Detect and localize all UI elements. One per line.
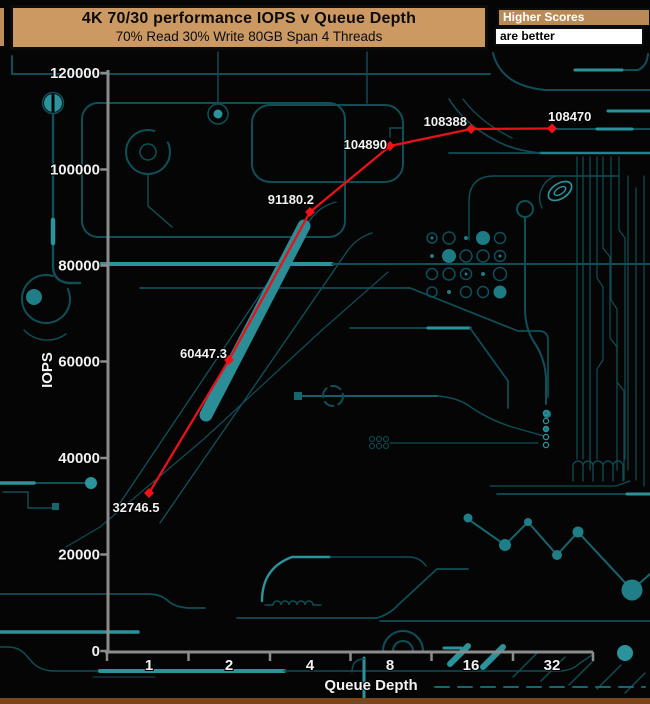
x-tick-label: 2 — [225, 657, 233, 674]
y-tick-label: 20000 — [58, 547, 100, 564]
x-tick-label: 32 — [544, 657, 561, 674]
iops-series — [144, 123, 557, 498]
data-point-label: 32746.5 — [113, 500, 160, 515]
data-point-label: 60447.3 — [180, 346, 227, 361]
data-point-label: 104890 — [344, 137, 387, 152]
y-tick-label: 0 — [92, 643, 100, 660]
legend-are-better: are better — [494, 27, 644, 46]
page-title: 4K 70/30 performance IOPS v Queue Depth — [81, 10, 417, 27]
x-tick-label: 8 — [386, 657, 394, 674]
y-tick-label: 40000 — [58, 450, 100, 467]
header-left-sliver — [0, 8, 4, 46]
series-line — [148, 127, 553, 494]
bottom-strip — [0, 698, 650, 704]
data-point-label: 91180.2 — [268, 192, 314, 207]
data-point-marker — [144, 488, 154, 498]
y-tick-label: 120000 — [50, 65, 100, 82]
data-point-marker — [547, 123, 557, 134]
x-axis-title: Queue Depth — [324, 677, 417, 694]
y-tick-label: 100000 — [50, 162, 100, 179]
x-tick-label: 4 — [306, 657, 315, 674]
y-axis-title: IOPS — [39, 352, 56, 388]
data-point-marker — [466, 124, 476, 134]
circuit-board-background — [0, 51, 650, 704]
data-point-label: 108388 — [424, 114, 467, 129]
point-labels: 32746.5 60447.3 91180.2 104890 108388 10… — [112, 108, 593, 516]
page-subtitle: 70% Read 30% Write 80GB Span 4 Threads — [115, 29, 383, 44]
y-tick-label: 80000 — [58, 258, 100, 275]
circuit-chart-canvas: 120000 100000 80000 60000 40000 20000 0 … — [0, 51, 650, 704]
legend-higher-scores: Higher Scores — [497, 8, 650, 27]
x-tick-label: 16 — [463, 657, 480, 674]
data-point-label: 108470 — [548, 109, 591, 124]
axis-text: 120000 100000 80000 60000 40000 20000 0 … — [38, 64, 561, 695]
y-tick-label: 60000 — [58, 354, 100, 371]
x-tick-label: 1 — [145, 657, 153, 674]
chart-title-banner: 4K 70/30 performance IOPS v Queue Depth … — [10, 5, 488, 50]
chart-screenshot: 120000 100000 80000 60000 40000 20000 0 … — [0, 0, 650, 704]
